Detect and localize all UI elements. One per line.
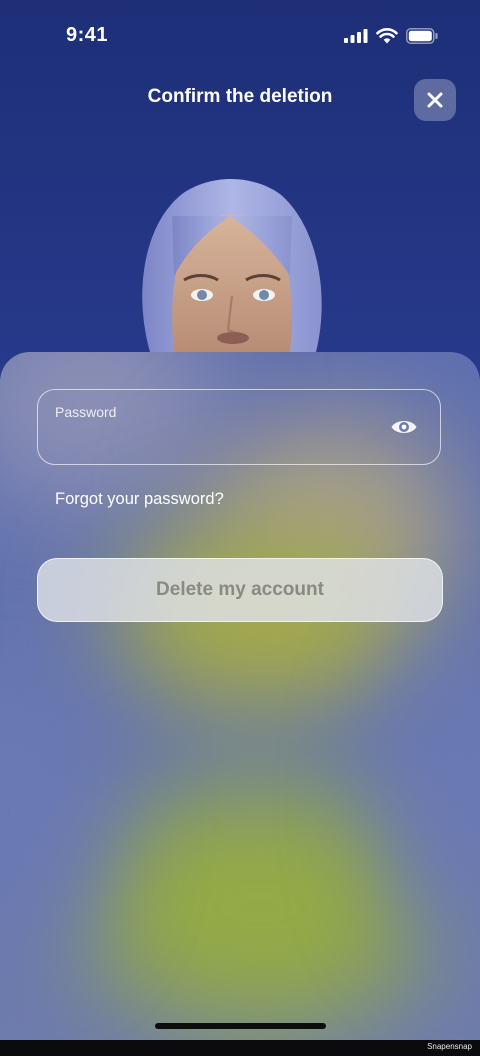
home-indicator xyxy=(155,1023,326,1029)
bottom-sheet: Password Forgot your password? Delete my… xyxy=(0,352,480,1056)
background-blob xyxy=(80,782,440,1032)
avatar-image xyxy=(142,179,322,352)
status-time: 9:41 xyxy=(66,24,109,46)
close-button[interactable] xyxy=(414,79,456,121)
wifi-icon xyxy=(376,28,398,44)
status-bar: 9:41 xyxy=(0,0,480,72)
page-title: Confirm the deletion xyxy=(147,86,333,107)
close-icon xyxy=(427,92,443,108)
eye-icon[interactable] xyxy=(390,416,418,438)
password-field[interactable]: Password xyxy=(37,389,441,465)
password-input[interactable] xyxy=(54,426,378,454)
battery-icon xyxy=(406,28,438,44)
delete-account-screen: 9:41 Confirm the deletion Password Forgo… xyxy=(0,0,480,1056)
watermark: Snapensnap xyxy=(427,1042,472,1051)
signal-icon xyxy=(344,29,368,43)
forgot-password-link[interactable]: Forgot your password? xyxy=(55,490,224,509)
delete-account-button[interactable]: Delete my account xyxy=(37,558,443,622)
password-label: Password xyxy=(55,404,117,420)
footer-bar xyxy=(0,1040,480,1056)
